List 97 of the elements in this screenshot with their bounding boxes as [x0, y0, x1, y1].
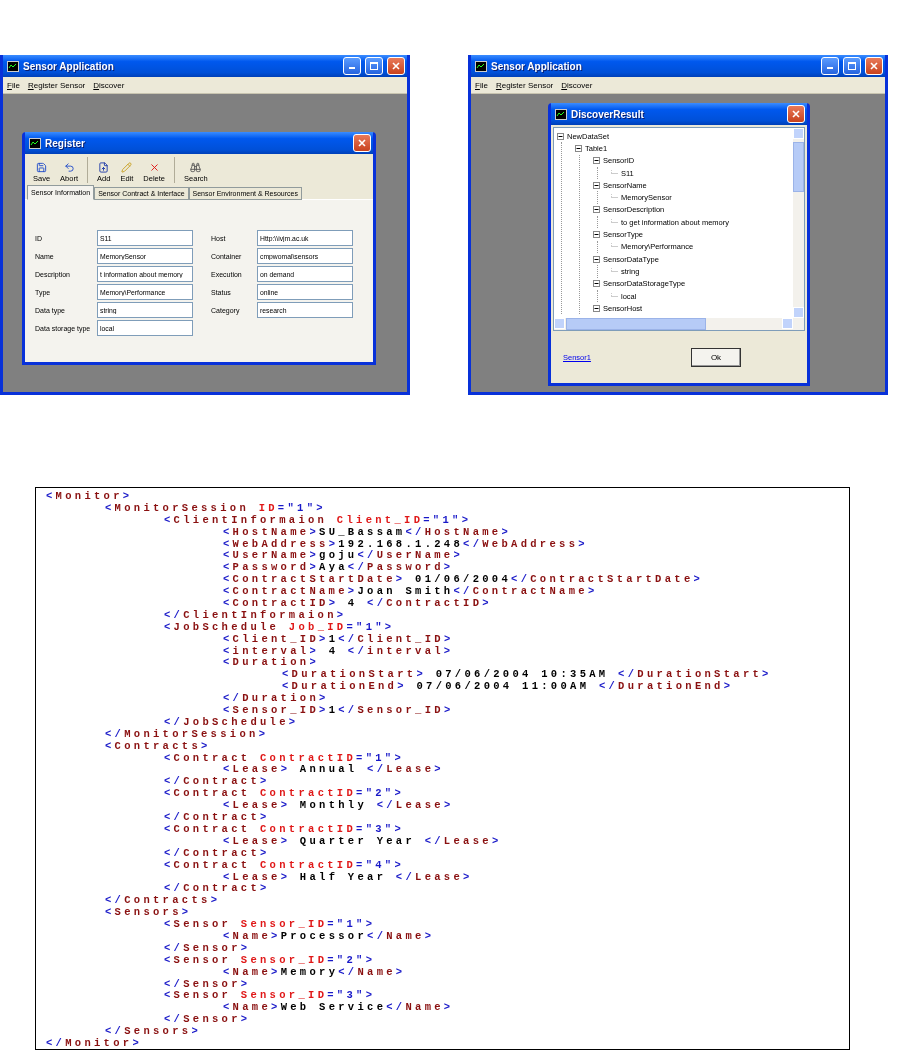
close-icon — [392, 62, 400, 70]
collapse-icon[interactable] — [593, 304, 600, 312]
add-icon — [98, 162, 110, 173]
collapse-icon[interactable] — [557, 132, 564, 140]
menu-item[interactable]: Register Sensor — [27, 80, 86, 90]
close-icon — [792, 110, 800, 118]
xml-line: <Contract ContractID="3"> — [164, 823, 405, 836]
close-button[interactable] — [353, 134, 371, 152]
xml-line: <ContractStartDate> 01/06/2004</ContractStartDate> — [223, 574, 704, 586]
xml-line: </Contract> — [164, 883, 270, 896]
xml-line: <UserName>goju</UserName> — [223, 550, 464, 562]
binoculars-icon — [190, 162, 202, 173]
xml-line: <Sensor Sensor_ID="3"> — [164, 990, 376, 1002]
menu-item[interactable]: Discover — [561, 80, 593, 90]
maximize-icon — [370, 62, 378, 70]
xml-line: <MonitorSession ID="1"> — [105, 502, 326, 515]
collapse-icon[interactable] — [593, 280, 600, 288]
collapse-icon[interactable] — [593, 255, 600, 263]
ok-button[interactable]: Ok — [691, 347, 741, 367]
window-title: Sensor Application — [23, 60, 115, 72]
xml-line: <DurationStart> 07/06/2004 10:35AM </DurationStart> — [282, 669, 772, 681]
menu-item[interactable]: File — [7, 80, 20, 90]
xml-line: <Sensor Sensor_ID="1"> — [164, 919, 376, 931]
collapse-icon[interactable] — [593, 206, 600, 214]
xml-line: <Sensor_ID>1</Sensor_ID> — [223, 705, 454, 717]
minimize-button[interactable] — [343, 57, 361, 75]
pencil-icon — [121, 162, 133, 173]
close-button[interactable] — [787, 105, 805, 123]
collapse-icon[interactable] — [593, 231, 600, 238]
xml-line: <Client_ID>1</Client_ID> — [223, 633, 454, 646]
xml-line: <HostName>SU_Bassam</HostName> — [223, 526, 512, 539]
window-icon — [29, 137, 41, 149]
close-button[interactable] — [387, 57, 405, 75]
collapse-icon[interactable] — [575, 144, 582, 152]
horizontal-scrollbar[interactable] — [554, 318, 804, 330]
xml-line: <interval> 4 </interval> — [223, 645, 454, 657]
xml-line: </Contract> — [164, 812, 270, 824]
window-icon — [475, 60, 487, 72]
tree-connector — [611, 292, 618, 300]
tree-connector — [611, 267, 618, 275]
xml-line: <ClientInformaion Client_ID="1"> — [164, 514, 472, 527]
undo-icon — [63, 162, 75, 173]
xml-line: <DurationEnd> 07/06/2004 11:00AM </DurationEnd> — [282, 681, 734, 693]
collapse-icon[interactable] — [593, 157, 600, 165]
maximize-icon — [848, 62, 856, 70]
xml-line: </Contracts> — [105, 895, 221, 908]
xml-line: <Monitor> — [46, 491, 133, 503]
tree-connector — [611, 218, 618, 226]
xml-line: <JobSchedule Job_ID="1"> — [164, 621, 395, 634]
xml-line: </MonitorSession> — [105, 728, 269, 741]
xml-line: </Duration> — [223, 693, 329, 706]
xml-line: </ClientInformaion> — [164, 609, 347, 622]
close-icon — [358, 139, 366, 147]
menu-item[interactable]: Discover — [93, 80, 125, 90]
xml-line: <ContractID> 4 </ContractID> — [223, 598, 492, 610]
close-button[interactable] — [865, 57, 883, 75]
xml-line: <Contract ContractID="1"> — [164, 752, 405, 764]
xml-line: <Password>Aya</Password> — [223, 562, 454, 574]
xml-line: <WebAddress>192.168.1.248</WebAddress> — [223, 538, 588, 550]
tree-connector — [611, 169, 618, 177]
xml-line: <Name>Processor</Name> — [223, 930, 435, 943]
xml-line: <Lease> Monthly </Lease> — [223, 800, 454, 813]
xml-line: <Lease> Quarter Year </Lease> — [223, 835, 502, 848]
menu-item[interactable]: File — [475, 80, 488, 90]
collapse-icon[interactable] — [593, 181, 600, 189]
minimize-button[interactable] — [821, 57, 839, 75]
xml-line: <Name>Memory</Name> — [223, 966, 406, 979]
xml-line: </Sensor> — [164, 978, 251, 991]
maximize-button[interactable] — [843, 57, 861, 75]
xml-line: <Contract ContractID="2"> — [164, 788, 405, 800]
dialog-title: Register — [45, 137, 86, 149]
xml-line: <Contracts> — [105, 740, 211, 753]
window-icon — [7, 60, 19, 72]
vertical-scrollbar[interactable] — [793, 128, 804, 318]
xml-line: <ContractName>Joan Smith</ContractName> — [223, 586, 598, 598]
xml-line: <Duration> — [223, 657, 320, 669]
dialog-title: DiscoverResult — [571, 108, 645, 120]
window-title: Sensor Application — [491, 60, 583, 72]
xml-line: </Contract> — [164, 847, 270, 860]
xml-line: <Lease> Annual </Lease> — [223, 764, 444, 777]
xml-line: <Sensors> — [105, 907, 192, 920]
xml-line: <Lease> Half Year </Lease> — [223, 871, 473, 884]
close-icon — [870, 62, 878, 70]
xml-line: </Sensor> — [164, 942, 251, 955]
xml-line: </JobSchedule> — [164, 716, 299, 729]
menu-item[interactable]: Register Sensor — [495, 80, 554, 90]
save-icon — [36, 162, 48, 173]
window-icon — [555, 108, 567, 120]
xml-line: <Name>Web Service</Name> — [223, 1002, 454, 1015]
delete-icon — [148, 162, 160, 173]
xml-line: </Sensors> — [105, 1026, 202, 1038]
xml-line: </Sensor> — [164, 1014, 251, 1027]
xml-line: <Contract ContractID="4"> — [164, 859, 405, 872]
xml-line: </Contract> — [164, 776, 270, 789]
xml-line: <Sensor Sensor_ID="2"> — [164, 954, 376, 967]
xml-line: </Monitor> — [46, 1037, 143, 1050]
maximize-button[interactable] — [365, 57, 383, 75]
